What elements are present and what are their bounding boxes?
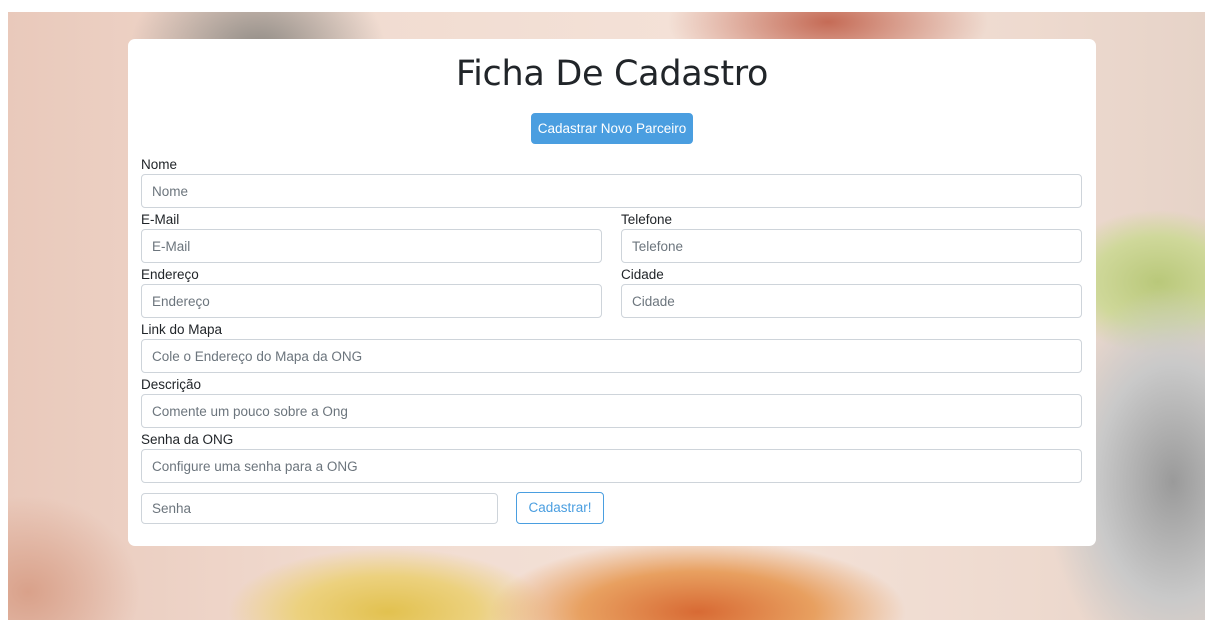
ong-password-label: Senha da ONG	[141, 432, 234, 447]
endereco-label: Endereço	[141, 267, 199, 282]
map-link-input[interactable]	[141, 339, 1082, 373]
nome-input[interactable]	[141, 174, 1082, 208]
registration-card: Ficha De Cadastro Cadastrar Novo Parceir…	[128, 39, 1096, 546]
nome-label: Nome	[141, 157, 178, 172]
email-input[interactable]	[141, 229, 602, 263]
descricao-input[interactable]	[141, 394, 1082, 428]
telefone-input[interactable]	[621, 229, 1082, 263]
ong-password-input[interactable]	[141, 449, 1082, 483]
endereco-input[interactable]	[141, 284, 602, 318]
submit-button[interactable]: Cadastrar!	[516, 492, 604, 524]
password-input[interactable]	[141, 493, 498, 524]
cidade-label: Cidade	[621, 267, 664, 282]
new-partner-button[interactable]: Cadastrar Novo Parceiro	[531, 113, 693, 144]
map-link-label: Link do Mapa	[141, 322, 223, 337]
cidade-input[interactable]	[621, 284, 1082, 318]
page-title: Ficha De Cadastro	[455, 54, 769, 94]
email-label: E-Mail	[141, 212, 180, 227]
descricao-label: Descrição	[141, 377, 202, 392]
telefone-label: Telefone	[621, 212, 673, 227]
